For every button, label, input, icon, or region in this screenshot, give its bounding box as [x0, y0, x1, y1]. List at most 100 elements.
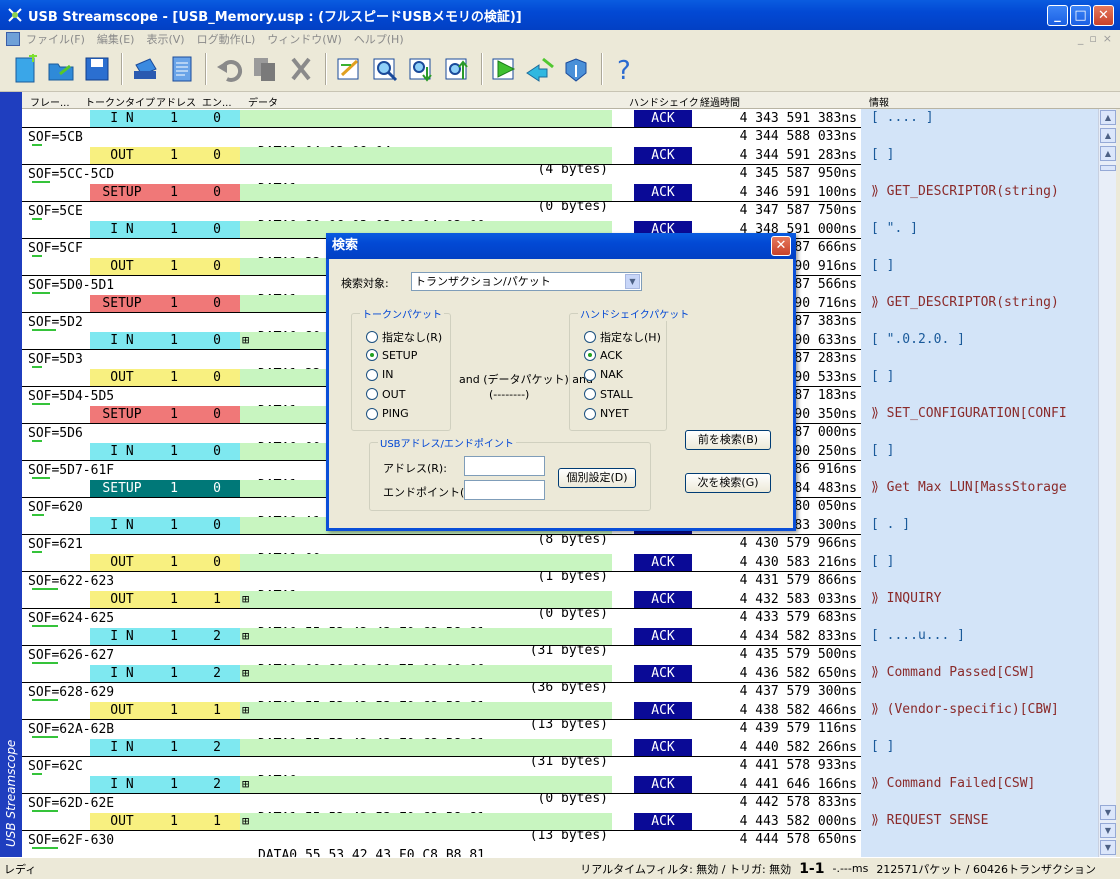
find-previous-button[interactable]: 前を検索(B): [685, 430, 771, 450]
menu-file[interactable]: ファイル(F): [26, 31, 85, 47]
radio-button-icon[interactable]: [584, 331, 596, 343]
maximize-button[interactable]: □: [1070, 4, 1091, 26]
radio-button-icon[interactable]: [366, 368, 378, 381]
transaction-row[interactable]: SOF=62F-630 4 444 578 650ns: [22, 831, 861, 857]
expand-icon[interactable]: ⊞: [242, 591, 249, 608]
col-endpoint[interactable]: エン...: [202, 94, 232, 109]
streamscope-app-icon[interactable]: [6, 6, 24, 24]
transaction-row[interactable]: I N 1 0 DATA1 04 03 09 04 (4 bytes) ACK 4 3…: [22, 109, 861, 177]
mdi-restore-button[interactable]: ▫: [1089, 32, 1096, 45]
radio-button-icon[interactable]: [584, 407, 596, 420]
transaction-row[interactable]: SOF=626-627 4 435 579 500ns I N 1 2 ⊞ DATA1 …: [22, 646, 861, 732]
scroll-thumb[interactable]: [1100, 165, 1116, 171]
col-frame[interactable]: フレー...: [30, 94, 70, 109]
menu-log[interactable]: ログ動作(L): [197, 31, 256, 47]
expand-icon[interactable]: ⊞: [242, 813, 249, 830]
edit-document-icon[interactable]: [332, 51, 366, 87]
search-target-select[interactable]: トランザクション/パケット ▼: [411, 272, 642, 291]
vertical-scrollbar[interactable]: ▲ ▲ ▲ ▼ ▼ ▼: [1098, 109, 1116, 857]
handshake-radio[interactable]: NYET: [584, 407, 629, 420]
transaction-row[interactable]: SOF=624-625 4 433 579 683ns I N 1 2 ⊞ DATA0 …: [22, 609, 861, 695]
transaction-row[interactable]: SOF=62D-62E 4 442 578 833ns OUT 1 1 ⊞ DATA0 …: [22, 794, 861, 857]
token-group-title: トークンパケット: [360, 306, 444, 321]
chevron-down-icon[interactable]: ▼: [625, 274, 640, 289]
handshake-radio[interactable]: ACK: [584, 349, 622, 362]
transaction-row[interactable]: SOF=622-623 4 431 579 866ns OUT 1 1 ⊞ DATA0 …: [22, 572, 861, 658]
col-token-type[interactable]: トークンタイプ: [85, 94, 155, 109]
token-radio[interactable]: PING: [366, 407, 409, 420]
radio-button-icon[interactable]: [584, 388, 596, 400]
expand-icon[interactable]: ⊞: [242, 702, 249, 719]
handshake-radio[interactable]: STALL: [584, 388, 633, 401]
col-address[interactable]: アドレス: [156, 94, 196, 109]
endpoint-input[interactable]: [464, 480, 545, 500]
mdi-minimize-button[interactable]: _: [1078, 32, 1084, 45]
elapsed-time: 4 432 583 033ns: [739, 592, 857, 607]
address-input[interactable]: [464, 456, 545, 476]
expand-icon[interactable]: ⊞: [242, 776, 249, 793]
scroll-down-icon[interactable]: ▼: [1100, 805, 1116, 820]
scroll-page-down-icon[interactable]: ▼: [1100, 823, 1116, 838]
handshake-group-title: ハンドシェイクパケット: [578, 306, 692, 321]
col-elapsed[interactable]: 経過時間: [700, 94, 740, 109]
radio-button-icon[interactable]: [366, 407, 378, 420]
data-cell: DATA0 (0 bytes): [240, 739, 612, 806]
expand-icon[interactable]: ⊞: [242, 332, 249, 349]
handshake-radio[interactable]: NAK: [584, 368, 623, 381]
menu-edit[interactable]: 編集(E): [97, 31, 135, 47]
minimize-button[interactable]: _: [1047, 4, 1068, 26]
token-radio[interactable]: IN: [366, 368, 393, 381]
token-radio[interactable]: OUT: [366, 388, 405, 401]
radio-button-icon[interactable]: [366, 388, 378, 400]
transaction-row[interactable]: SOF=62A-62B 4 439 579 116ns I N 1 2 DATA0 (0…: [22, 720, 861, 806]
open-folder-icon[interactable]: [44, 51, 78, 87]
token-radio[interactable]: SETUP: [366, 349, 417, 362]
token-radio[interactable]: 指定なし(R): [366, 329, 442, 345]
radio-button-icon[interactable]: [366, 331, 378, 343]
new-file-icon[interactable]: [8, 51, 42, 87]
expand-icon[interactable]: ⊞: [242, 665, 249, 682]
cut-icon[interactable]: [284, 51, 318, 87]
document-icon[interactable]: [6, 31, 20, 46]
save-icon[interactable]: [80, 51, 114, 87]
dialog-close-button[interactable]: ✕: [771, 236, 791, 256]
menu-view[interactable]: 表示(V): [146, 31, 184, 47]
menu-window[interactable]: ウィンドウ(W): [267, 31, 341, 47]
find-prev-icon[interactable]: [440, 51, 474, 87]
mdi-close-button[interactable]: ×: [1103, 32, 1112, 45]
copy-icon[interactable]: [248, 51, 282, 87]
scroll-page-up-icon[interactable]: ▲: [1100, 128, 1116, 143]
undo-icon[interactable]: [212, 51, 246, 87]
scroll-top-icon[interactable]: ▲: [1100, 110, 1116, 125]
find-next-icon[interactable]: [404, 51, 438, 87]
token-address: 1: [170, 666, 178, 681]
find-icon[interactable]: [368, 51, 402, 87]
sof-label: SOF=62F-630: [28, 833, 115, 848]
col-data[interactable]: データ: [248, 94, 278, 109]
expand-icon[interactable]: ⊞: [242, 628, 249, 645]
menu-help[interactable]: ヘルプ(H): [354, 31, 404, 47]
col-handshake[interactable]: ハンドシェイク: [629, 94, 699, 109]
send-packet-icon[interactable]: [524, 51, 558, 87]
transaction-row[interactable]: SOF=628-629 4 437 579 300ns OUT 1 1 ⊞ DATA1 …: [22, 683, 861, 769]
transaction-row[interactable]: SOF=62C 4 441 578 933ns I N 1 2 ⊞ DATA1 55 5…: [22, 757, 861, 843]
close-button[interactable]: ✕: [1093, 4, 1114, 26]
scroll-bottom-icon[interactable]: ▼: [1100, 840, 1116, 855]
sof-duration-bar: [32, 699, 58, 701]
transaction-row[interactable]: SOF=5CB 4 344 588 033ns OUT 1 0 DATA1 (0 byt…: [22, 128, 861, 214]
radio-button-icon[interactable]: [366, 349, 378, 361]
handshake-radio[interactable]: 指定なし(H): [584, 329, 661, 345]
col-info[interactable]: 情報: [869, 94, 889, 109]
transaction-row[interactable]: SOF=5CC-5CD 4 345 587 950ns SETUP 1 0 DATA0 …: [22, 165, 861, 251]
radio-button-icon[interactable]: [584, 349, 596, 361]
radio-button-icon[interactable]: [584, 368, 596, 381]
play-capture-icon[interactable]: [488, 51, 522, 87]
receive-packet-icon[interactable]: [560, 51, 594, 87]
print-preview-icon[interactable]: [164, 51, 198, 87]
scroll-up-icon[interactable]: ▲: [1100, 146, 1116, 161]
print-icon[interactable]: [128, 51, 162, 87]
individual-settings-button[interactable]: 個別設定(D): [558, 468, 636, 488]
transaction-row[interactable]: SOF=621 4 430 579 966ns OUT 1 0 DATA1 (0 byt…: [22, 535, 861, 621]
find-next-button[interactable]: 次を検索(G): [685, 473, 771, 493]
help-icon[interactable]: ?: [608, 51, 642, 87]
